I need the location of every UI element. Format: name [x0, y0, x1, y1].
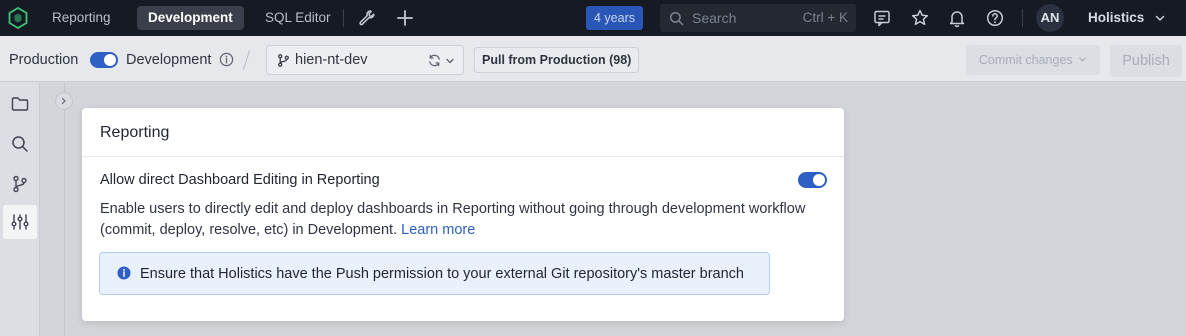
- chevron-down-icon: [1079, 57, 1086, 62]
- folder-icon: [11, 97, 29, 111]
- nav-divider: [1022, 9, 1023, 27]
- breadcrumb-separator: [242, 50, 251, 70]
- setting-title: Allow direct Dashboard Editing in Report…: [100, 172, 380, 188]
- git-branch-icon: [278, 54, 289, 67]
- search-icon: [669, 11, 684, 26]
- sidebar-item-files[interactable]: [6, 90, 34, 118]
- info-icon: [117, 266, 131, 280]
- commit-changes-button[interactable]: Commit changes: [966, 45, 1100, 75]
- search-shortcut: Ctrl + K: [802, 10, 848, 25]
- git-branch-icon: [13, 175, 27, 193]
- feedback-icon[interactable]: [872, 8, 892, 28]
- learn-more-link[interactable]: Learn more: [401, 222, 475, 238]
- top-navigation-bar: Reporting Development SQL Editor 4 years…: [0, 0, 1186, 36]
- org-name[interactable]: Holistics: [1088, 10, 1144, 25]
- chevron-down-icon[interactable]: [1154, 12, 1166, 24]
- search-icon: [12, 136, 28, 152]
- tab-reporting[interactable]: Reporting: [41, 6, 122, 30]
- publish-button[interactable]: Publish: [1110, 45, 1182, 77]
- dashboard-editing-toggle[interactable]: [798, 172, 827, 188]
- toggle-knob: [104, 54, 116, 66]
- commit-changes-label: Commit changes: [978, 53, 1073, 67]
- branch-selector[interactable]: hien-nt-dev: [266, 45, 464, 75]
- holistics-logo-icon[interactable]: [8, 7, 28, 29]
- dialog-divider: [82, 156, 844, 157]
- sidebar-item-version-control[interactable]: [6, 170, 34, 198]
- star-icon[interactable]: [910, 8, 930, 28]
- search-placeholder: Search: [692, 10, 737, 26]
- toggle-knob: [813, 174, 825, 186]
- expand-panel-button[interactable]: [55, 92, 73, 110]
- setting-description: Enable users to directly edit and deploy…: [100, 199, 830, 241]
- branch-name: hien-nt-dev: [295, 52, 368, 68]
- bell-icon[interactable]: [947, 8, 967, 28]
- panel-divider: [64, 82, 65, 336]
- years-badge[interactable]: 4 years: [586, 6, 643, 30]
- sync-icon[interactable]: [427, 53, 442, 68]
- pull-from-production-button[interactable]: Pull from Production (98): [474, 47, 640, 73]
- tab-development[interactable]: Development: [137, 6, 244, 30]
- left-sidebar: [0, 82, 40, 336]
- dialog-title: Reporting: [100, 124, 170, 141]
- development-label[interactable]: Development: [126, 52, 211, 68]
- production-label[interactable]: Production: [9, 52, 78, 68]
- reporting-settings-dialog: Reporting Allow direct Dashboard Editing…: [82, 108, 844, 321]
- nav-divider: [343, 9, 344, 27]
- plus-icon[interactable]: [395, 8, 415, 28]
- chevron-right-icon: [61, 97, 66, 105]
- tools-icon[interactable]: [357, 8, 377, 28]
- info-icon[interactable]: [219, 52, 234, 67]
- avatar[interactable]: AN: [1036, 4, 1064, 32]
- tab-sql-editor[interactable]: SQL Editor: [254, 6, 342, 30]
- sidebar-item-settings[interactable]: [3, 205, 37, 239]
- mode-toggle[interactable]: [90, 52, 118, 68]
- settings-sliders-icon: [11, 214, 29, 230]
- sidebar-item-search[interactable]: [6, 130, 34, 158]
- dev-mode-toolbar: Production Development hien-nt-dev Pull …: [0, 36, 1186, 82]
- chevron-down-icon[interactable]: [445, 56, 455, 66]
- help-icon[interactable]: [985, 8, 1005, 28]
- search-input[interactable]: Search Ctrl + K: [660, 4, 856, 32]
- info-message: Ensure that Holistics have the Push perm…: [140, 266, 744, 282]
- info-callout: Ensure that Holistics have the Push perm…: [99, 252, 770, 295]
